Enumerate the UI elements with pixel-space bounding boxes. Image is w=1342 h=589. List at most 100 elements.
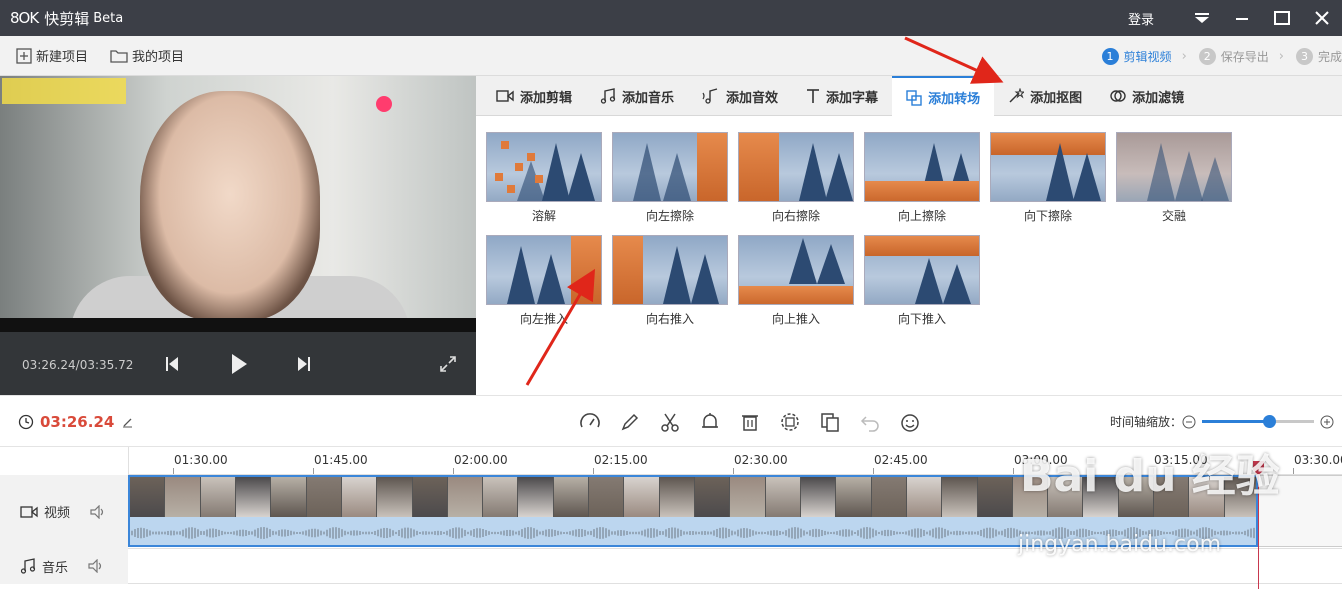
clip-frame xyxy=(800,477,837,517)
text-t-icon xyxy=(807,89,820,103)
clip-frame xyxy=(165,477,201,517)
close-icon[interactable] xyxy=(1302,0,1342,36)
tab-add-cutout[interactable]: 添加抠图 xyxy=(994,76,1096,116)
transition-push-up-thumb[interactable] xyxy=(738,235,854,305)
transition-wipe-down-thumb[interactable] xyxy=(990,132,1106,202)
edit-tabs: 添加剪辑 添加音乐 添加音效 添加字幕 添加转场 添加抠图 添加滤镜 xyxy=(476,76,1342,117)
tab-add-filter[interactable]: 添加滤镜 xyxy=(1096,76,1198,116)
app-title: 快剪辑 xyxy=(44,9,90,28)
step-edit-video[interactable]: 1 剪辑视频 xyxy=(1101,47,1172,65)
ruler-tick-label: 02:15.00 xyxy=(594,453,648,467)
video-camera-icon xyxy=(20,505,38,518)
undo-icon[interactable] xyxy=(858,410,882,434)
tab-label: 添加音乐 xyxy=(622,90,675,106)
scissors-icon[interactable] xyxy=(658,410,682,434)
login-button[interactable]: 登录 xyxy=(1128,9,1154,28)
ruler-tick xyxy=(593,468,594,474)
transition-wipe-left-thumb[interactable] xyxy=(612,132,728,202)
bell-icon[interactable] xyxy=(698,410,722,434)
transition-label: 向右推入 xyxy=(645,312,694,326)
clip-frame xyxy=(553,477,590,517)
tab-add-clip[interactable]: 添加剪辑 xyxy=(476,76,586,116)
tab-label: 添加滤镜 xyxy=(1132,90,1185,106)
trash-icon[interactable] xyxy=(738,410,762,434)
next-frame-icon[interactable] xyxy=(290,350,318,378)
zoom-in-icon[interactable] xyxy=(1320,415,1334,429)
clip-frame xyxy=(942,477,978,517)
play-icon[interactable] xyxy=(225,350,253,378)
zoom-label: 时间轴缩放： xyxy=(1110,415,1183,429)
folder-icon xyxy=(110,50,128,63)
edit-time-icon[interactable] xyxy=(122,416,134,428)
pencil-icon[interactable] xyxy=(618,410,642,434)
ruler-tick xyxy=(873,468,874,474)
transition-push-down-thumb[interactable] xyxy=(864,235,980,305)
menu-dropdown-icon[interactable] xyxy=(1182,0,1222,36)
sticker-icon[interactable] xyxy=(898,410,922,434)
clip-frame xyxy=(377,477,413,517)
clip-frame xyxy=(447,477,484,517)
clip-frame xyxy=(412,477,448,517)
transition-dissolve-thumb[interactable] xyxy=(486,132,602,202)
step-save-export[interactable]: 2 保存导出 xyxy=(1198,47,1269,65)
speaker-icon[interactable] xyxy=(88,559,104,573)
app-logo: 8OK 快剪辑 Beta xyxy=(10,8,123,29)
tab-add-transition[interactable]: 添加转场 xyxy=(892,76,995,117)
chevron-right-icon: › xyxy=(1181,48,1187,64)
transition-label: 向左擦除 xyxy=(645,209,694,223)
transition-wipe-up-thumb[interactable] xyxy=(864,132,980,202)
transition-push-left-thumb[interactable] xyxy=(486,235,602,305)
step-number: 2 xyxy=(1198,47,1216,65)
music-note-icon xyxy=(20,558,36,574)
my-projects-button[interactable]: 我的项目 xyxy=(110,46,184,65)
transition-label: 向左推入 xyxy=(519,312,568,326)
clip-frame xyxy=(130,477,166,517)
clip-frame xyxy=(977,477,1013,517)
tab-add-sound-effect[interactable]: 添加音效 xyxy=(688,76,792,116)
ruler-tick xyxy=(733,468,734,474)
title-bar: 8OK 快剪辑 Beta 登录 xyxy=(0,0,1342,36)
speed-gauge-icon[interactable] xyxy=(578,410,602,434)
music-track-header: 音乐 xyxy=(0,548,128,584)
magic-wand-icon xyxy=(1009,88,1025,103)
ruler-tick-label: 03:30.00 xyxy=(1294,453,1342,467)
transition-label: 向下擦除 xyxy=(1023,209,1072,223)
transitions-panel: 溶解 向左擦除 向右擦除 向上擦除 向下擦除 交融 向左推入 向右推入 向上推入 xyxy=(476,117,1342,395)
minimize-icon[interactable] xyxy=(1222,0,1262,36)
transition-label: 向上擦除 xyxy=(897,209,946,223)
transition-push-right-thumb[interactable] xyxy=(612,235,728,305)
tab-add-music[interactable]: 添加音乐 xyxy=(586,76,688,116)
ruler-tick-label: 02:30.00 xyxy=(734,453,788,467)
transition-label: 向下推入 xyxy=(897,312,946,326)
fullscreen-icon[interactable] xyxy=(434,350,462,378)
tab-add-subtitle[interactable]: 添加字幕 xyxy=(792,76,892,116)
ruler-tick xyxy=(1013,468,1014,474)
crop-rotate-icon[interactable] xyxy=(778,410,802,434)
transition-label: 向右擦除 xyxy=(771,209,820,223)
zoom-out-icon[interactable] xyxy=(1182,415,1196,429)
chevron-right-icon: › xyxy=(1278,48,1284,64)
new-project-icon xyxy=(16,47,32,64)
ruler-tick-label: 01:45.00 xyxy=(314,453,368,467)
transition-blend-thumb[interactable] xyxy=(1116,132,1232,202)
clip-frame xyxy=(589,477,625,517)
previous-frame-icon[interactable] xyxy=(158,350,186,378)
clip-frame xyxy=(695,477,731,517)
speaker-icon[interactable] xyxy=(90,504,106,519)
timeline-time: 03:26.24 xyxy=(18,413,134,431)
tab-label: 添加转场 xyxy=(928,92,981,107)
zoom-slider[interactable] xyxy=(1202,415,1315,428)
maximize-icon[interactable] xyxy=(1262,0,1302,36)
ruler-tick-label: 02:00.00 xyxy=(454,453,508,467)
step-finish[interactable]: 3 完成 xyxy=(1295,47,1342,65)
new-project-button[interactable]: 新建项目 xyxy=(16,46,88,65)
clip-frame xyxy=(906,477,943,517)
transition-wipe-right-thumb[interactable] xyxy=(738,132,854,202)
tab-label: 添加剪辑 xyxy=(520,90,573,106)
clip-frame xyxy=(730,477,766,517)
zoom-slider-knob[interactable] xyxy=(1263,415,1277,428)
clip-frame xyxy=(836,477,872,517)
filter-icon xyxy=(1110,90,1126,102)
clip-frame xyxy=(624,477,660,517)
copy-icon[interactable] xyxy=(818,410,842,434)
